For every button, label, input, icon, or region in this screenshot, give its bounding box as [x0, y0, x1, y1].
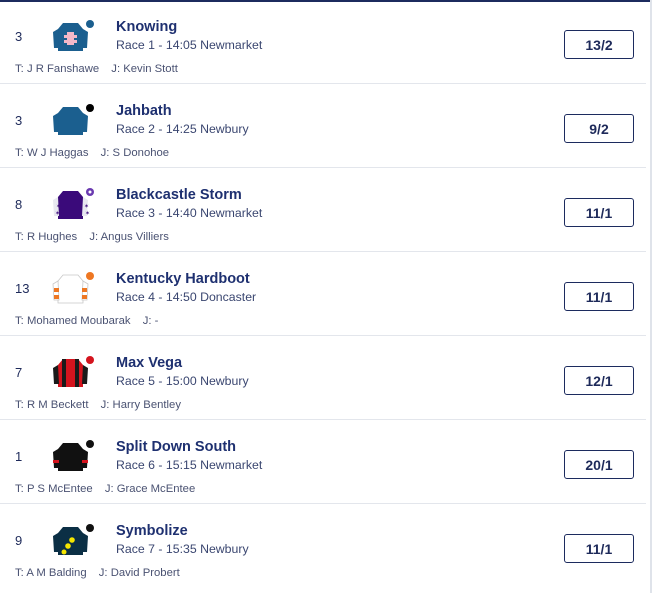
- runner-number: 8: [15, 197, 23, 212]
- jockey-label: J:: [104, 483, 114, 495]
- race-info: Race 4 - 14:50 Doncaster: [116, 290, 257, 304]
- jockey-silk-icon: [50, 522, 96, 558]
- svg-text:✶: ✶: [85, 210, 90, 217]
- race-info: Race 6 - 15:15 Newmarket: [116, 458, 263, 472]
- race-info: Race 5 - 15:00 Newbury: [116, 374, 249, 388]
- trainer-name: A M Balding: [26, 567, 87, 579]
- jockey-label: J:: [89, 231, 99, 243]
- runner-number: 3: [15, 113, 23, 128]
- odds-button[interactable]: 11/1: [564, 282, 634, 311]
- jockey-silk-icon: [50, 438, 96, 474]
- jockey-name: Kevin Stott: [123, 63, 178, 75]
- trainer-jockey: T: J R Fanshawe J: Kevin Stott: [15, 63, 178, 75]
- trainer-jockey: T: W J Haggas J: S Donohoe: [15, 147, 169, 159]
- jockey-silk-icon: [50, 102, 96, 138]
- horse-name[interactable]: Jahbath: [116, 103, 172, 119]
- selection-row: 3 Knowing Race 1 - 14:05 Newmarket T: J …: [0, 0, 646, 84]
- horse-name[interactable]: Symbolize: [116, 523, 188, 539]
- trainer-name: R Hughes: [26, 231, 78, 243]
- race-info: Race 3 - 14:40 Newmarket: [116, 206, 263, 220]
- trainer-name: J R Fanshawe: [26, 63, 100, 75]
- race-info: Race 2 - 14:25 Newbury: [116, 122, 249, 136]
- selection-row: 13 Kentucky Hardboot Race 4 - 14:50 Donc…: [0, 252, 646, 336]
- trainer-name: Mohamed Moubarak: [26, 315, 131, 327]
- jockey-silk-icon: [50, 270, 96, 306]
- trainer-name: P S McEntee: [26, 483, 93, 495]
- trainer-label: T:: [15, 567, 24, 579]
- jockey-name: Harry Bentley: [112, 399, 181, 411]
- svg-text:✶: ✶: [55, 210, 60, 217]
- odds-button[interactable]: 13/2: [564, 30, 634, 59]
- trainer-label: T:: [15, 483, 24, 495]
- jockey-silk-icon: [50, 18, 96, 54]
- runner-number: 1: [15, 449, 23, 464]
- runner-number: 3: [15, 29, 23, 44]
- jockey-name: S Donohoe: [112, 147, 170, 159]
- jockey-name: Angus Villiers: [100, 231, 169, 243]
- trainer-name: W J Haggas: [26, 147, 89, 159]
- selection-row: 1 Split Down South Race 6 - 15:15 Newmar…: [0, 420, 646, 504]
- odds-button[interactable]: 11/1: [564, 534, 634, 563]
- trainer-label: T:: [15, 231, 24, 243]
- jockey-label: J:: [111, 63, 121, 75]
- odds-button[interactable]: 12/1: [564, 366, 634, 395]
- svg-text:✶: ✶: [84, 203, 89, 210]
- runner-number: 7: [15, 365, 23, 380]
- selection-row: 3 Jahbath Race 2 - 14:25 Newbury T: W J …: [0, 84, 646, 168]
- jockey-silk-icon: [50, 354, 96, 390]
- jockey-label: J:: [100, 399, 110, 411]
- selection-row: 9 Symbolize Race 7 - 15:35 Newbury T: A …: [0, 504, 646, 588]
- horse-name[interactable]: Kentucky Hardboot: [116, 271, 250, 287]
- selection-row: 7 Max Vega Race 5 - 15:00 Newbury T: R M…: [0, 336, 646, 420]
- jockey-name: -: [154, 315, 159, 327]
- horse-name[interactable]: Split Down South: [116, 439, 236, 455]
- jockey-label: J:: [98, 567, 108, 579]
- odds-button[interactable]: 20/1: [564, 450, 634, 479]
- trainer-label: T:: [15, 399, 24, 411]
- jockey-label: J:: [142, 315, 152, 327]
- race-info: Race 7 - 15:35 Newbury: [116, 542, 249, 556]
- trainer-label: T:: [15, 147, 24, 159]
- trainer-jockey: T: A M Balding J: David Probert: [15, 567, 180, 579]
- horse-name[interactable]: Knowing: [116, 19, 177, 35]
- runner-number: 13: [15, 281, 30, 296]
- trainer-jockey: T: R Hughes J: Angus Villiers: [15, 231, 169, 243]
- trainer-jockey: T: P S McEntee J: Grace McEntee: [15, 483, 195, 495]
- horse-name[interactable]: Blackcastle Storm: [116, 187, 242, 203]
- selections-list: 3 Knowing Race 1 - 14:05 Newmarket T: J …: [0, 0, 646, 588]
- trainer-label: T:: [15, 63, 24, 75]
- trainer-label: T:: [15, 315, 24, 327]
- odds-button[interactable]: 9/2: [564, 114, 634, 143]
- jockey-label: J:: [100, 147, 110, 159]
- race-info: Race 1 - 14:05 Newmarket: [116, 38, 263, 52]
- runner-number: 9: [15, 533, 23, 548]
- horse-name[interactable]: Max Vega: [116, 355, 182, 371]
- svg-text:✶: ✶: [56, 203, 61, 210]
- jockey-silk-icon: ✶ ✶ ✶ ✶: [50, 186, 96, 222]
- trainer-jockey: T: Mohamed Moubarak J: -: [15, 315, 158, 327]
- odds-button[interactable]: 11/1: [564, 198, 634, 227]
- jockey-name: Grace McEntee: [116, 483, 196, 495]
- selection-row: 8 ✶ ✶ ✶ ✶ Blackcastle Storm Race 3 - 14:40 …: [0, 168, 646, 252]
- trainer-jockey: T: R M Beckett J: Harry Bentley: [15, 399, 181, 411]
- jockey-name: David Probert: [110, 567, 180, 579]
- trainer-name: R M Beckett: [26, 399, 89, 411]
